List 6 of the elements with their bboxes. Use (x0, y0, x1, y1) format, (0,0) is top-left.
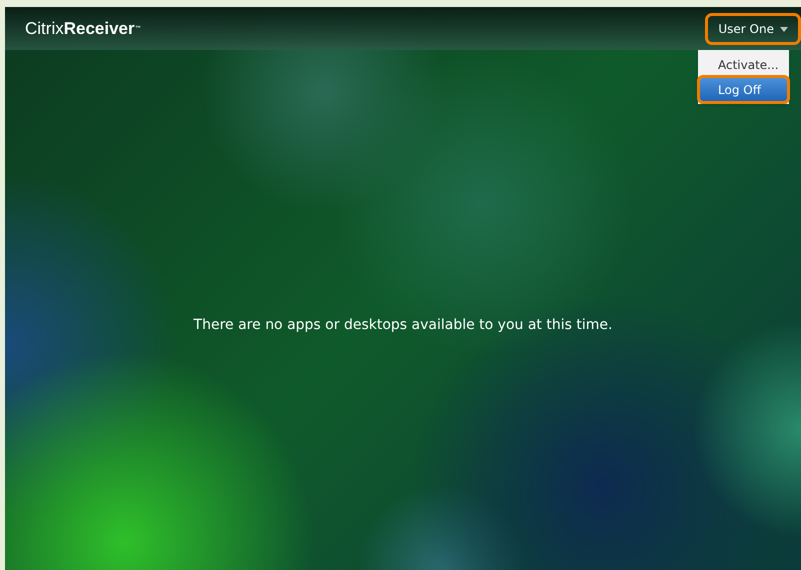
brand-logo: CitrixReceiver$^{™}$ (25, 19, 142, 39)
user-menu-button[interactable]: User One (708, 16, 798, 42)
menu-item[interactable]: Log Off (700, 78, 787, 101)
caret-icon (780, 26, 788, 32)
menu-item[interactable]: Activate... (700, 53, 787, 76)
empty-message: There are no apps or desktops available to you at this time. (192, 316, 614, 335)
